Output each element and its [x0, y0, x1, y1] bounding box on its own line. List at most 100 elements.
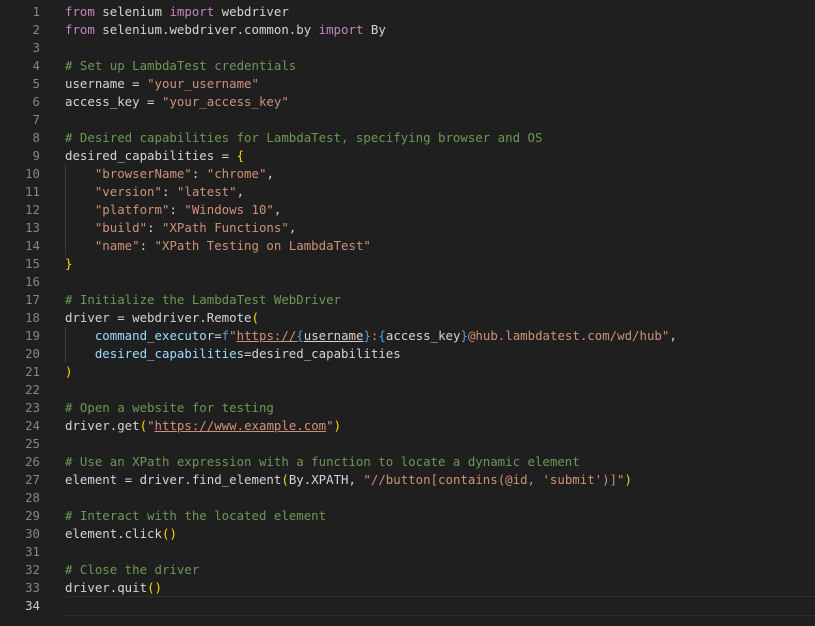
code-line[interactable]: 31: [0, 543, 815, 561]
code-line[interactable]: 20 desired_capabilities=desired_capabili…: [0, 345, 815, 363]
line-number: 29: [25, 508, 40, 523]
code-line[interactable]: 21): [0, 363, 815, 381]
code-line[interactable]: 24 driver.get("https://www.example.com"): [0, 417, 815, 435]
code-line[interactable]: 30 element.click(): [0, 525, 815, 543]
code-token: ): [333, 418, 342, 433]
code-token: =: [214, 328, 222, 343]
code-token: "chrome": [206, 166, 267, 181]
code-text: ): [65, 363, 815, 381]
code-token: "platform": [94, 202, 170, 217]
code-line[interactable]: 22: [0, 381, 815, 399]
code-text: "name": "XPath Testing on LambdaTest": [65, 237, 815, 255]
code-line[interactable]: 26 # Use an XPath expression with a funct…: [0, 453, 815, 471]
code-line[interactable]: 1 from selenium import webdriver: [0, 3, 815, 21]
line-number: 10: [25, 166, 40, 181]
line-number: 19: [25, 328, 40, 343]
code-line[interactable]: 11 "version": "latest",: [0, 183, 815, 201]
code-token: ): [65, 364, 73, 379]
code-line[interactable]: 6 access_key = "your_access_key": [0, 93, 815, 111]
code-editor[interactable]: 1 from selenium import webdriver 2 from sel…: [0, 0, 815, 626]
line-number: 12: [25, 202, 40, 217]
code-token: # Desired capabilities for LambdaTest, s…: [65, 130, 543, 145]
code-token: "Windows 10": [184, 202, 274, 217]
code-line[interactable]: 13 "build": "XPath Functions",: [0, 219, 815, 237]
line-number: 4: [32, 58, 40, 73]
line-number: 27: [25, 472, 40, 487]
code-token: access_key: [385, 328, 461, 343]
line-number: 23: [25, 400, 40, 415]
code-token: username: [303, 328, 364, 343]
code-text: driver = webdriver.Remote(: [65, 309, 815, 327]
code-token: {: [296, 328, 304, 343]
code-line[interactable]: 16: [0, 273, 815, 291]
code-line[interactable]: 9 desired_capabilities = {: [0, 147, 815, 165]
code-line[interactable]: 7: [0, 111, 815, 129]
code-text: command_executor=f"https://{username}:{a…: [65, 327, 815, 345]
code-text: # Set up LambdaTest credentials: [65, 57, 815, 75]
code-token: By: [363, 22, 386, 37]
code-line[interactable]: 23 # Open a website for testing: [0, 399, 815, 417]
code-line[interactable]: 32 # Close the driver: [0, 561, 815, 579]
code-line[interactable]: 19 command_executor=f"https://{username}…: [0, 327, 815, 345]
code-token: ": [229, 328, 237, 343]
code-line[interactable]: 33 driver.quit(): [0, 579, 815, 597]
code-token: @hub.lambdatest.com/wd/hub": [467, 328, 670, 343]
code-token: (: [281, 472, 289, 487]
code-token: }: [460, 328, 468, 343]
code-token: ,: [669, 328, 677, 343]
code-token: :: [139, 238, 155, 253]
code-token: # Initialize the LambdaTest WebDriver: [65, 292, 342, 307]
code-text: from selenium import webdriver: [65, 3, 815, 21]
code-token: "browserName": [94, 166, 192, 181]
code-token: access_key =: [65, 94, 162, 109]
code-token: =desired_capabilities: [244, 346, 401, 361]
code-line[interactable]: 3: [0, 39, 815, 57]
code-line[interactable]: 34: [0, 596, 815, 616]
code-line[interactable]: 27 element = driver.find_element(By.XPATH…: [0, 471, 815, 489]
code-text: # Interact with the located element: [65, 507, 815, 525]
code-line[interactable]: 8 # Desired capabilities for LambdaTest, …: [0, 129, 815, 147]
code-token: "your_username": [147, 76, 259, 91]
code-token: (): [161, 526, 177, 541]
code-line[interactable]: 2 from selenium.webdriver.common.by impor…: [0, 21, 815, 39]
code-token: "name": [94, 238, 140, 253]
code-line[interactable]: 17 # Initialize the LambdaTest WebDriver: [0, 291, 815, 309]
code-line[interactable]: 4 # Set up LambdaTest credentials: [0, 57, 815, 75]
code-text: # Desired capabilities for LambdaTest, s…: [65, 129, 815, 147]
code-token: https://www.example.com: [154, 418, 327, 433]
code-line[interactable]: 28: [0, 489, 815, 507]
code-token: webdriver: [214, 4, 289, 19]
line-number: 26: [25, 454, 40, 469]
code-line[interactable]: 14 "name": "XPath Testing on LambdaTest": [0, 237, 815, 255]
code-token: :: [191, 166, 207, 181]
code-line[interactable]: 5 username = "your_username": [0, 75, 815, 93]
line-number: 31: [25, 544, 40, 559]
line-number: 15: [25, 256, 40, 271]
code-line[interactable]: 12 "platform": "Windows 10",: [0, 201, 815, 219]
code-line[interactable]: 15}: [0, 255, 815, 273]
line-number: 3: [32, 40, 40, 55]
code-token: By.XPATH,: [288, 472, 364, 487]
line-number: 28: [25, 490, 40, 505]
line-number: 1: [32, 4, 40, 19]
code-line[interactable]: 25: [0, 435, 815, 453]
code-token: "your_access_key": [161, 94, 289, 109]
code-text: driver.quit(): [65, 579, 815, 597]
code-text: element = driver.find_element(By.XPATH, …: [65, 471, 815, 489]
code-token: username =: [65, 76, 148, 91]
code-text: "build": "XPath Functions",: [65, 219, 815, 237]
line-number: 8: [32, 130, 40, 145]
line-number: 9: [32, 148, 40, 163]
code-token: from: [65, 4, 95, 19]
code-line[interactable]: 10 "browserName": "chrome",: [0, 165, 815, 183]
code-token: ): [624, 472, 632, 487]
code-text: from selenium.webdriver.common.by import…: [65, 21, 815, 39]
code-line[interactable]: 18 driver = webdriver.Remote(: [0, 309, 815, 327]
line-number: 20: [25, 346, 40, 361]
line-number: 21: [25, 364, 40, 379]
code-line[interactable]: 29 # Interact with the located element: [0, 507, 815, 525]
code-token: :: [169, 202, 185, 217]
